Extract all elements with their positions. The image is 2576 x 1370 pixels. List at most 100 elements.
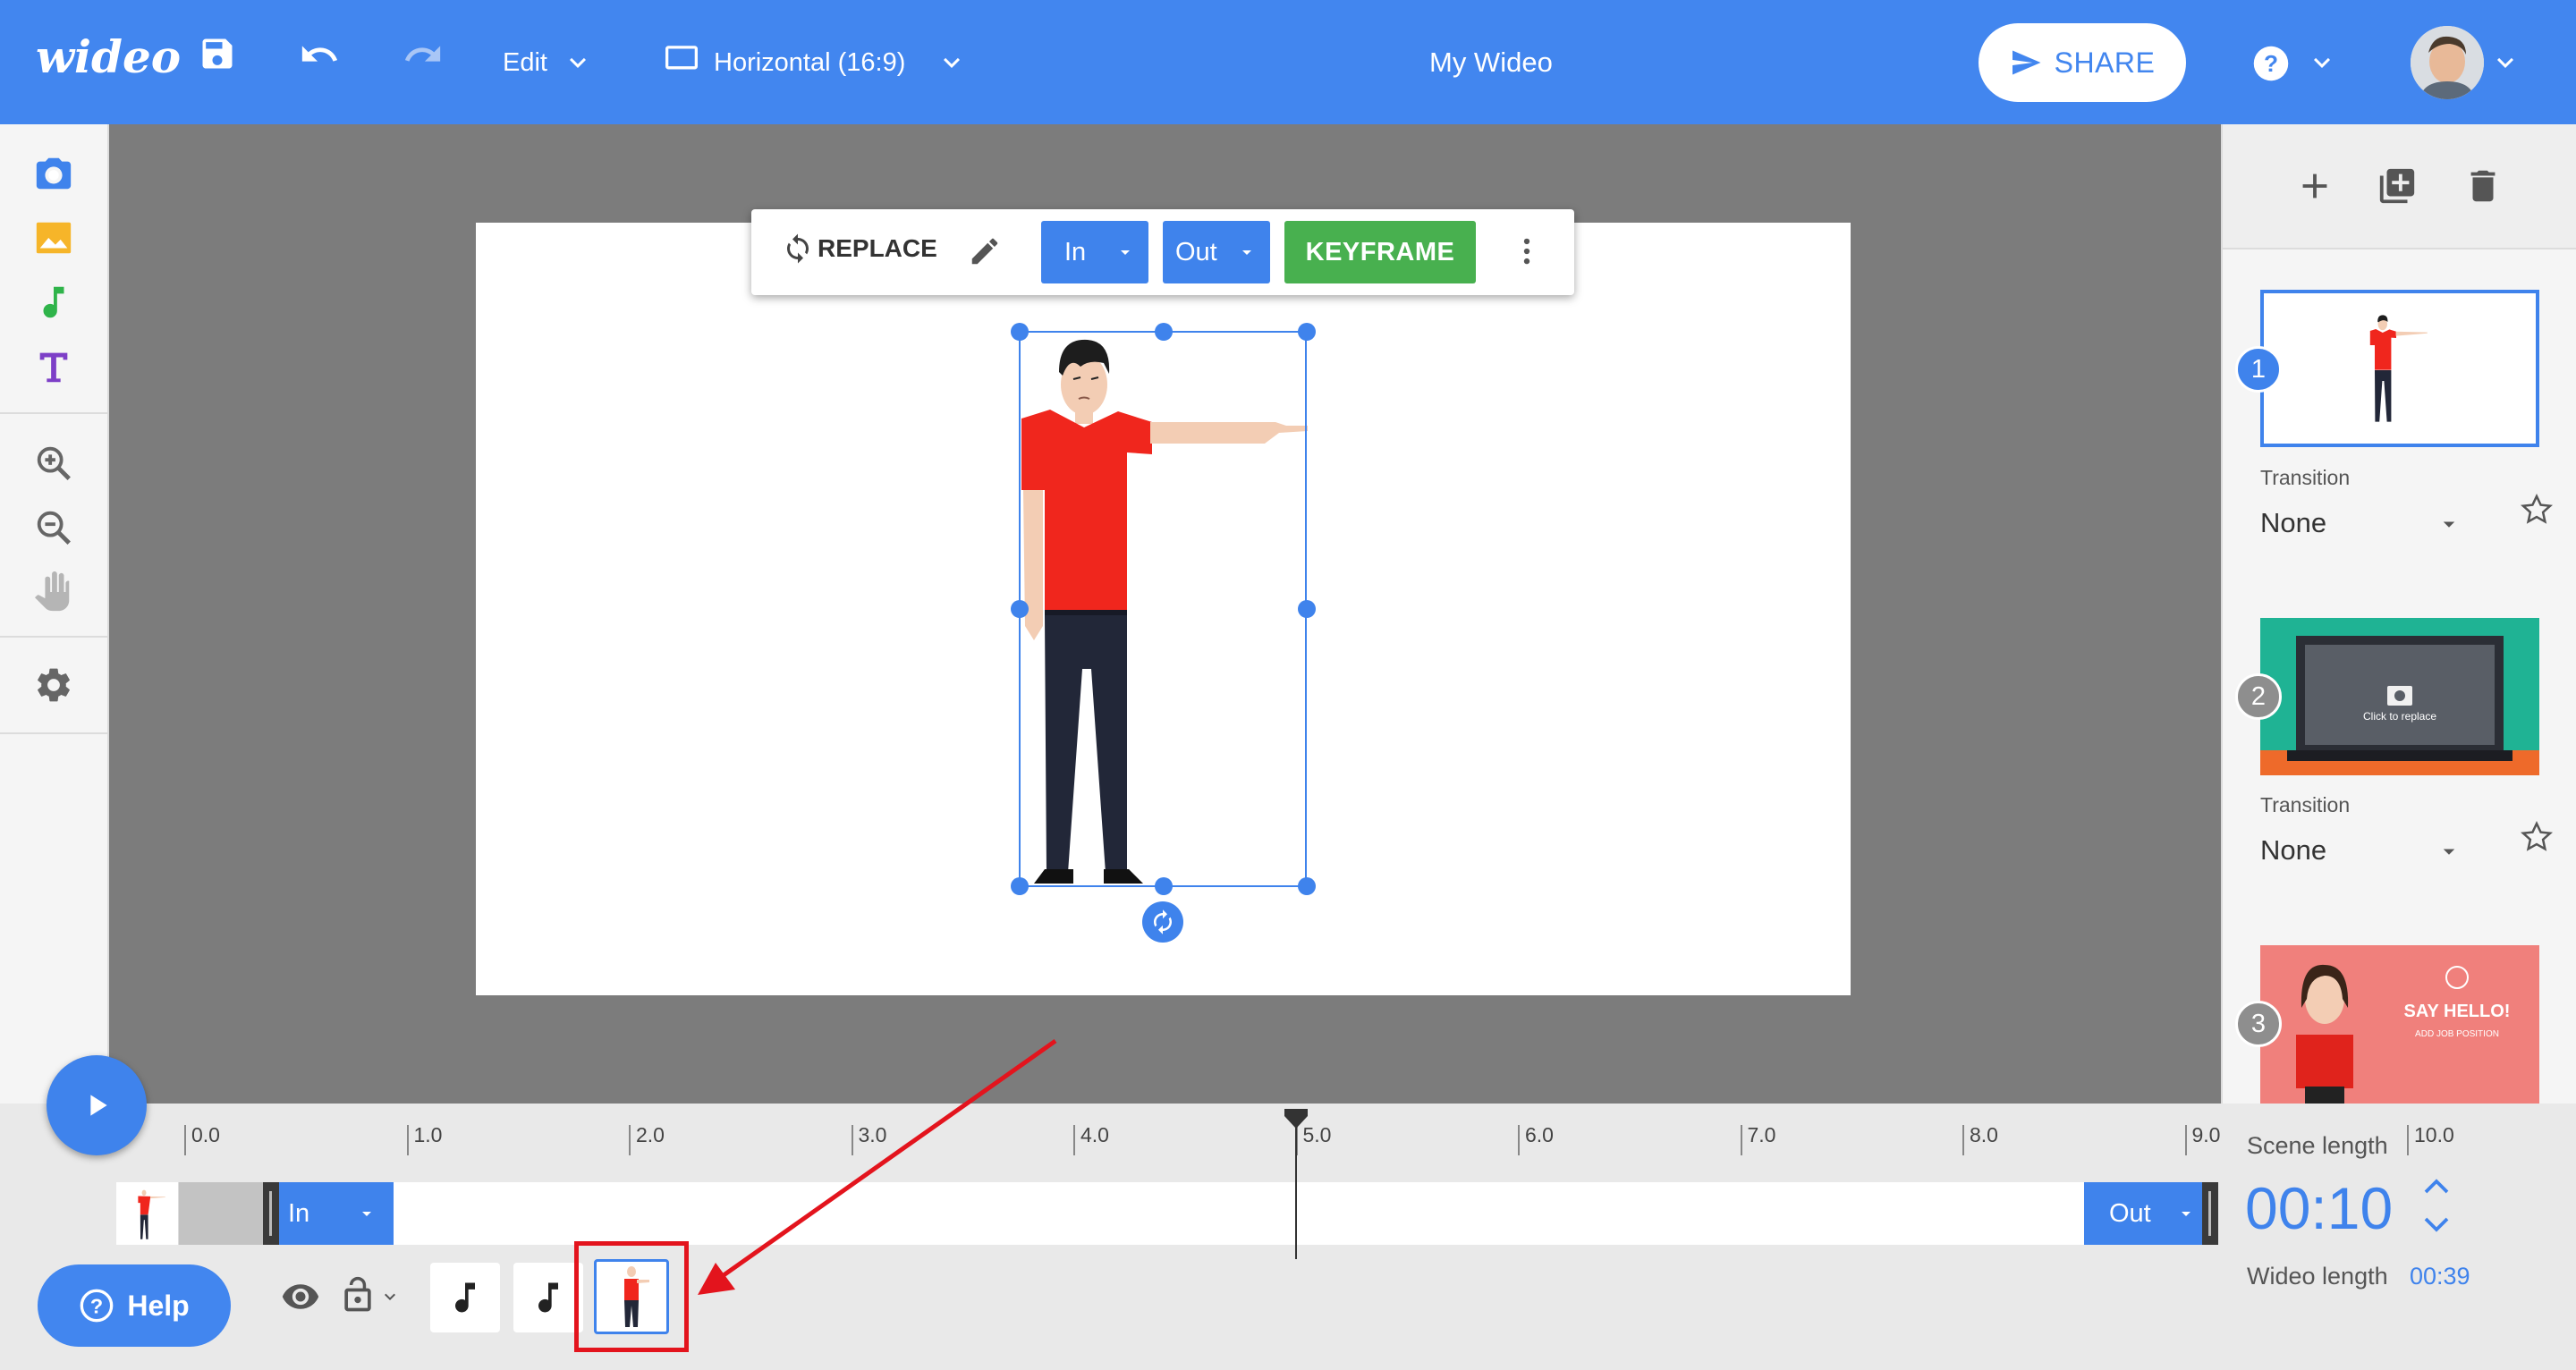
text-icon[interactable] — [33, 346, 74, 387]
time-ruler[interactable]: 0.0 1.0 2.0 3.0 4.0 5.0 6.0 7.0 8.0 9.0 10.0 — [0, 1104, 2454, 1175]
help-button[interactable]: ? Help — [38, 1264, 231, 1347]
resize-handle-ne[interactable] — [1298, 323, 1316, 341]
format-selector[interactable]: Horizontal (16:9) — [714, 45, 905, 80]
share-label: SHARE — [2054, 46, 2156, 79]
scene-length-value[interactable]: 00:10 — [2245, 1173, 2393, 1243]
separator — [0, 636, 107, 638]
chevron-down-icon[interactable] — [379, 1286, 401, 1307]
caret-down-icon — [356, 1203, 377, 1224]
in-label: In — [288, 1198, 310, 1228]
avatar[interactable] — [2411, 26, 2484, 99]
image-icon[interactable] — [33, 217, 74, 258]
tick-label: 9.0 — [2191, 1123, 2221, 1146]
increase-length-icon[interactable] — [2420, 1173, 2453, 1200]
chevron-down-icon[interactable] — [2489, 47, 2521, 79]
duplicate-scene-icon[interactable] — [2377, 165, 2418, 207]
scene-length-label: Scene length — [2247, 1132, 2388, 1159]
out-trim-handle[interactable] — [2202, 1182, 2218, 1245]
separator — [0, 412, 107, 414]
resize-handle-se[interactable] — [1298, 877, 1316, 895]
redo-icon[interactable] — [402, 34, 444, 75]
music-note-icon — [445, 1278, 485, 1317]
resize-handle-e[interactable] — [1298, 600, 1316, 618]
chevron-down-icon[interactable] — [936, 47, 968, 79]
in-animation-bar[interactable]: In — [279, 1182, 394, 1245]
tick-mark — [184, 1125, 186, 1155]
undo-icon[interactable] — [299, 34, 340, 75]
wideo-length-label: Wideo length — [2247, 1263, 2388, 1290]
rotate-handle-icon[interactable] — [1142, 901, 1183, 943]
resize-handle-w[interactable] — [1011, 600, 1029, 618]
decrease-length-icon[interactable] — [2420, 1211, 2453, 1238]
tick-mark — [406, 1125, 409, 1155]
play-button[interactable] — [47, 1055, 147, 1155]
transition-label: Transition — [2260, 793, 2351, 816]
scene-thumbnail[interactable] — [2260, 290, 2539, 447]
character-layer-button[interactable] — [594, 1259, 669, 1334]
resize-handle-s[interactable] — [1155, 877, 1173, 895]
resize-handle-n[interactable] — [1155, 323, 1173, 341]
caret-down-icon — [1236, 241, 1258, 263]
star-icon[interactable] — [2520, 820, 2554, 854]
caret-down-icon — [1114, 241, 1136, 263]
tick-label: 2.0 — [636, 1123, 665, 1146]
sync-icon — [782, 233, 814, 265]
tick-label: 1.0 — [413, 1123, 443, 1146]
settings-icon[interactable] — [33, 664, 74, 706]
play-icon — [79, 1087, 114, 1123]
object-toolbar: REPLACE In Out KEYFRAME — [751, 209, 1574, 295]
more-vertical-icon[interactable] — [1510, 234, 1544, 268]
out-animation-bar[interactable]: Out — [2084, 1182, 2202, 1245]
scene-thumbnail[interactable]: SAY HELLO! ADD JOB POSITION — [2260, 945, 2539, 1104]
tick-mark — [629, 1125, 631, 1155]
timeline-track[interactable] — [116, 1182, 2218, 1245]
delete-scene-icon[interactable] — [2462, 165, 2504, 207]
keyframe-button[interactable]: KEYFRAME — [1284, 221, 1476, 283]
scene-number-badge: 1 — [2235, 346, 2282, 393]
layer-thumbnail[interactable] — [118, 1182, 179, 1245]
thumb-caption: Click to replace — [2363, 710, 2436, 723]
scene-number-badge: 2 — [2235, 673, 2282, 720]
tick-label: 10.0 — [2414, 1123, 2454, 1146]
audio-layer-button[interactable] — [430, 1263, 500, 1332]
playhead[interactable] — [1283, 1105, 1309, 1259]
star-icon[interactable] — [2520, 493, 2554, 527]
hand-icon[interactable] — [33, 571, 74, 613]
wideo-logo[interactable]: wideo — [36, 30, 181, 84]
unlock-icon[interactable] — [338, 1273, 377, 1316]
tick-mark — [2407, 1125, 2409, 1155]
pencil-icon[interactable] — [968, 234, 1002, 268]
share-button[interactable]: SHARE — [1979, 23, 2186, 102]
help-icon[interactable]: ? — [2252, 45, 2290, 82]
save-icon[interactable] — [198, 34, 237, 73]
help-icon: ? — [79, 1288, 114, 1323]
zoom-in-icon[interactable] — [33, 443, 74, 484]
thumb-title: SAY HELLO! — [2404, 1002, 2511, 1021]
in-label: In — [1064, 237, 1087, 266]
wideo-title[interactable]: My Wideo — [1429, 45, 1553, 80]
tick-mark — [1962, 1125, 1964, 1155]
add-scene-icon[interactable] — [2294, 165, 2335, 207]
audio-layer-button[interactable] — [513, 1263, 583, 1332]
resize-handle-sw[interactable] — [1011, 877, 1029, 895]
monitor-icon[interactable] — [664, 43, 699, 75]
wideo-length-value: 00:39 — [2410, 1263, 2470, 1290]
in-trim-handle[interactable] — [263, 1182, 279, 1245]
chevron-down-icon[interactable] — [2306, 47, 2338, 79]
camera-icon[interactable] — [33, 153, 74, 194]
replace-button[interactable]: REPLACE — [782, 233, 937, 265]
caret-down-icon[interactable] — [2436, 838, 2462, 865]
edit-menu[interactable]: Edit — [503, 45, 547, 80]
chevron-down-icon[interactable] — [562, 47, 594, 79]
scene-thumbnail[interactable]: Click to replace — [2260, 618, 2539, 775]
zoom-out-icon[interactable] — [33, 507, 74, 548]
visibility-icon[interactable] — [279, 1277, 322, 1316]
tick-mark — [1073, 1125, 1075, 1155]
tick-label: 6.0 — [1525, 1123, 1554, 1146]
thumb-subtitle: ADD JOB POSITION — [2415, 1029, 2499, 1039]
music-icon[interactable] — [33, 282, 74, 323]
resize-handle-nw[interactable] — [1011, 323, 1029, 341]
out-animation-dropdown[interactable]: Out — [1163, 221, 1270, 283]
in-animation-dropdown[interactable]: In — [1041, 221, 1148, 283]
caret-down-icon[interactable] — [2436, 511, 2462, 537]
